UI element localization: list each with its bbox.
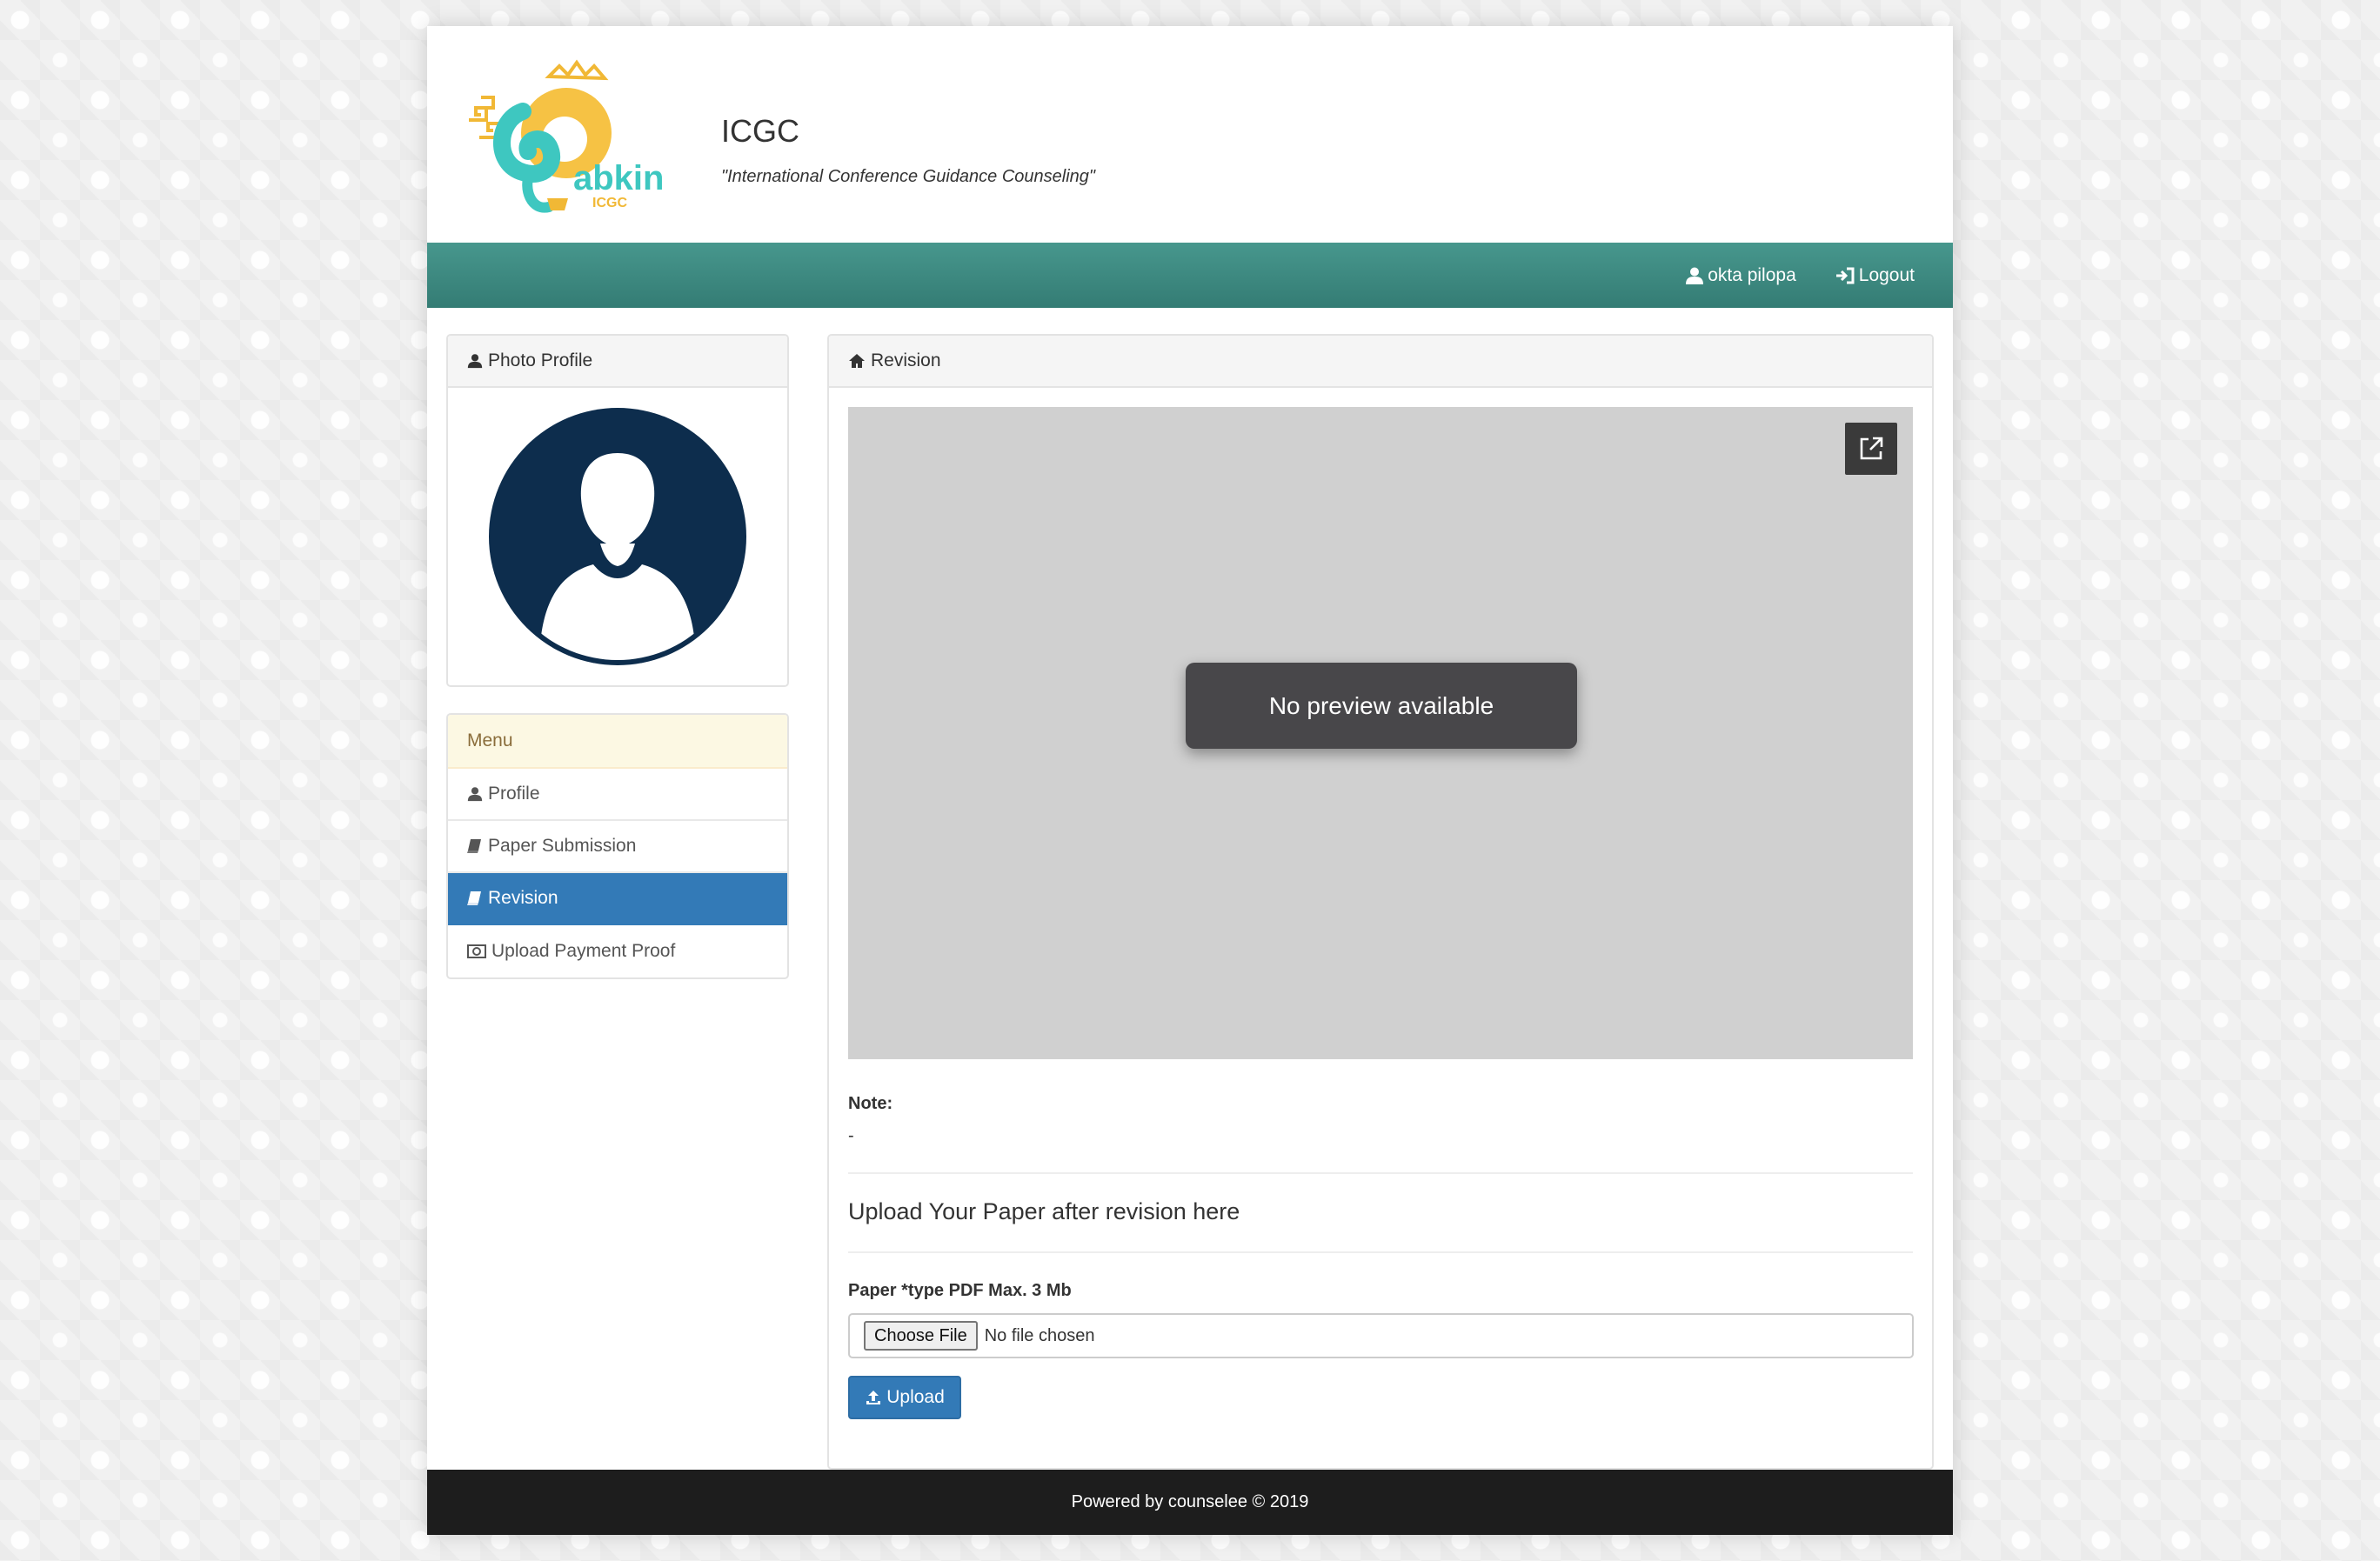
site-logo: abkin ICGC bbox=[462, 59, 671, 224]
user-icon bbox=[467, 354, 483, 369]
paper-field-label: Paper *type PDF Max. 3 Mb bbox=[848, 1281, 1072, 1300]
logo-subtext: ICGC bbox=[592, 196, 627, 210]
photo-profile-title: Photo Profile bbox=[488, 350, 593, 370]
sidebar-item-label: Profile bbox=[488, 784, 540, 804]
revision-panel: Revision No preview available Note: - Up… bbox=[827, 334, 1934, 1470]
book-icon bbox=[467, 839, 481, 853]
external-link-icon bbox=[1860, 437, 1883, 460]
user-name: okta pilopa bbox=[1708, 264, 1796, 285]
document-preview: No preview available bbox=[848, 407, 1913, 1059]
photo-profile-panel: Photo Profile bbox=[446, 334, 789, 687]
sidebar: Photo Profile Menu Profile Paper Submiss… bbox=[446, 334, 789, 979]
page-container: abkin ICGC ICGC "International Conferenc… bbox=[427, 26, 1953, 1535]
note-label: Note: bbox=[848, 1094, 893, 1113]
user-icon bbox=[467, 787, 483, 802]
user-icon bbox=[1686, 267, 1704, 284]
logout-icon bbox=[1835, 267, 1855, 284]
avatar-container bbox=[448, 388, 787, 685]
upload-icon bbox=[866, 1391, 881, 1404]
paper-file-input[interactable]: Choose File No file chosen bbox=[848, 1313, 1914, 1358]
note-value: - bbox=[848, 1126, 854, 1145]
top-navbar: okta pilopa Logout bbox=[427, 243, 1953, 308]
divider bbox=[848, 1172, 1913, 1174]
avatar bbox=[489, 408, 746, 665]
user-menu-link[interactable]: okta pilopa bbox=[1685, 265, 1796, 286]
site-footer: Powered by counselee © 2019 bbox=[427, 1470, 1953, 1535]
photo-profile-heading: Photo Profile bbox=[448, 336, 787, 388]
upload-button-label: Upload bbox=[886, 1387, 945, 1407]
upload-section-title: Upload Your Paper after revision here bbox=[848, 1198, 1240, 1224]
revision-heading: Revision bbox=[829, 336, 1932, 388]
logo-wordmark: abkin bbox=[573, 159, 664, 197]
book-icon bbox=[467, 891, 481, 905]
menu-heading: Menu bbox=[448, 715, 787, 769]
sidebar-item-profile[interactable]: Profile bbox=[448, 769, 787, 821]
site-tagline: "International Conference Guidance Couns… bbox=[721, 167, 1096, 186]
sidebar-item-label: Paper Submission bbox=[488, 836, 637, 856]
home-icon bbox=[849, 354, 865, 368]
no-preview-message: No preview available bbox=[1186, 663, 1577, 749]
logout-link[interactable]: Logout bbox=[1835, 265, 1915, 286]
open-in-new-window-button[interactable] bbox=[1845, 423, 1897, 475]
sidebar-item-paper-submission[interactable]: Paper Submission bbox=[448, 821, 787, 873]
main-content: Revision No preview available Note: - Up… bbox=[827, 334, 1934, 1470]
menu-panel: Menu Profile Paper Submission Revision U… bbox=[446, 713, 789, 979]
sidebar-item-upload-payment-proof[interactable]: Upload Payment Proof bbox=[448, 925, 787, 977]
upload-button[interactable]: Upload bbox=[848, 1376, 961, 1419]
money-icon bbox=[467, 944, 486, 958]
divider bbox=[848, 1251, 1913, 1253]
revision-title: Revision bbox=[871, 350, 941, 370]
no-file-chosen-text: No file chosen bbox=[984, 1325, 1095, 1345]
sidebar-item-label: Revision bbox=[488, 888, 558, 908]
sidebar-item-label: Upload Payment Proof bbox=[491, 941, 676, 961]
choose-file-button[interactable]: Choose File bbox=[864, 1321, 978, 1351]
footer-text: Powered by counselee © 2019 bbox=[1071, 1492, 1309, 1511]
site-header: abkin ICGC ICGC "International Conferenc… bbox=[427, 26, 1953, 243]
logout-label: Logout bbox=[1858, 264, 1915, 285]
revision-body: No preview available Note: - Upload Your… bbox=[829, 388, 1932, 1438]
sidebar-item-revision[interactable]: Revision bbox=[448, 873, 787, 925]
site-title: ICGC bbox=[721, 113, 799, 149]
